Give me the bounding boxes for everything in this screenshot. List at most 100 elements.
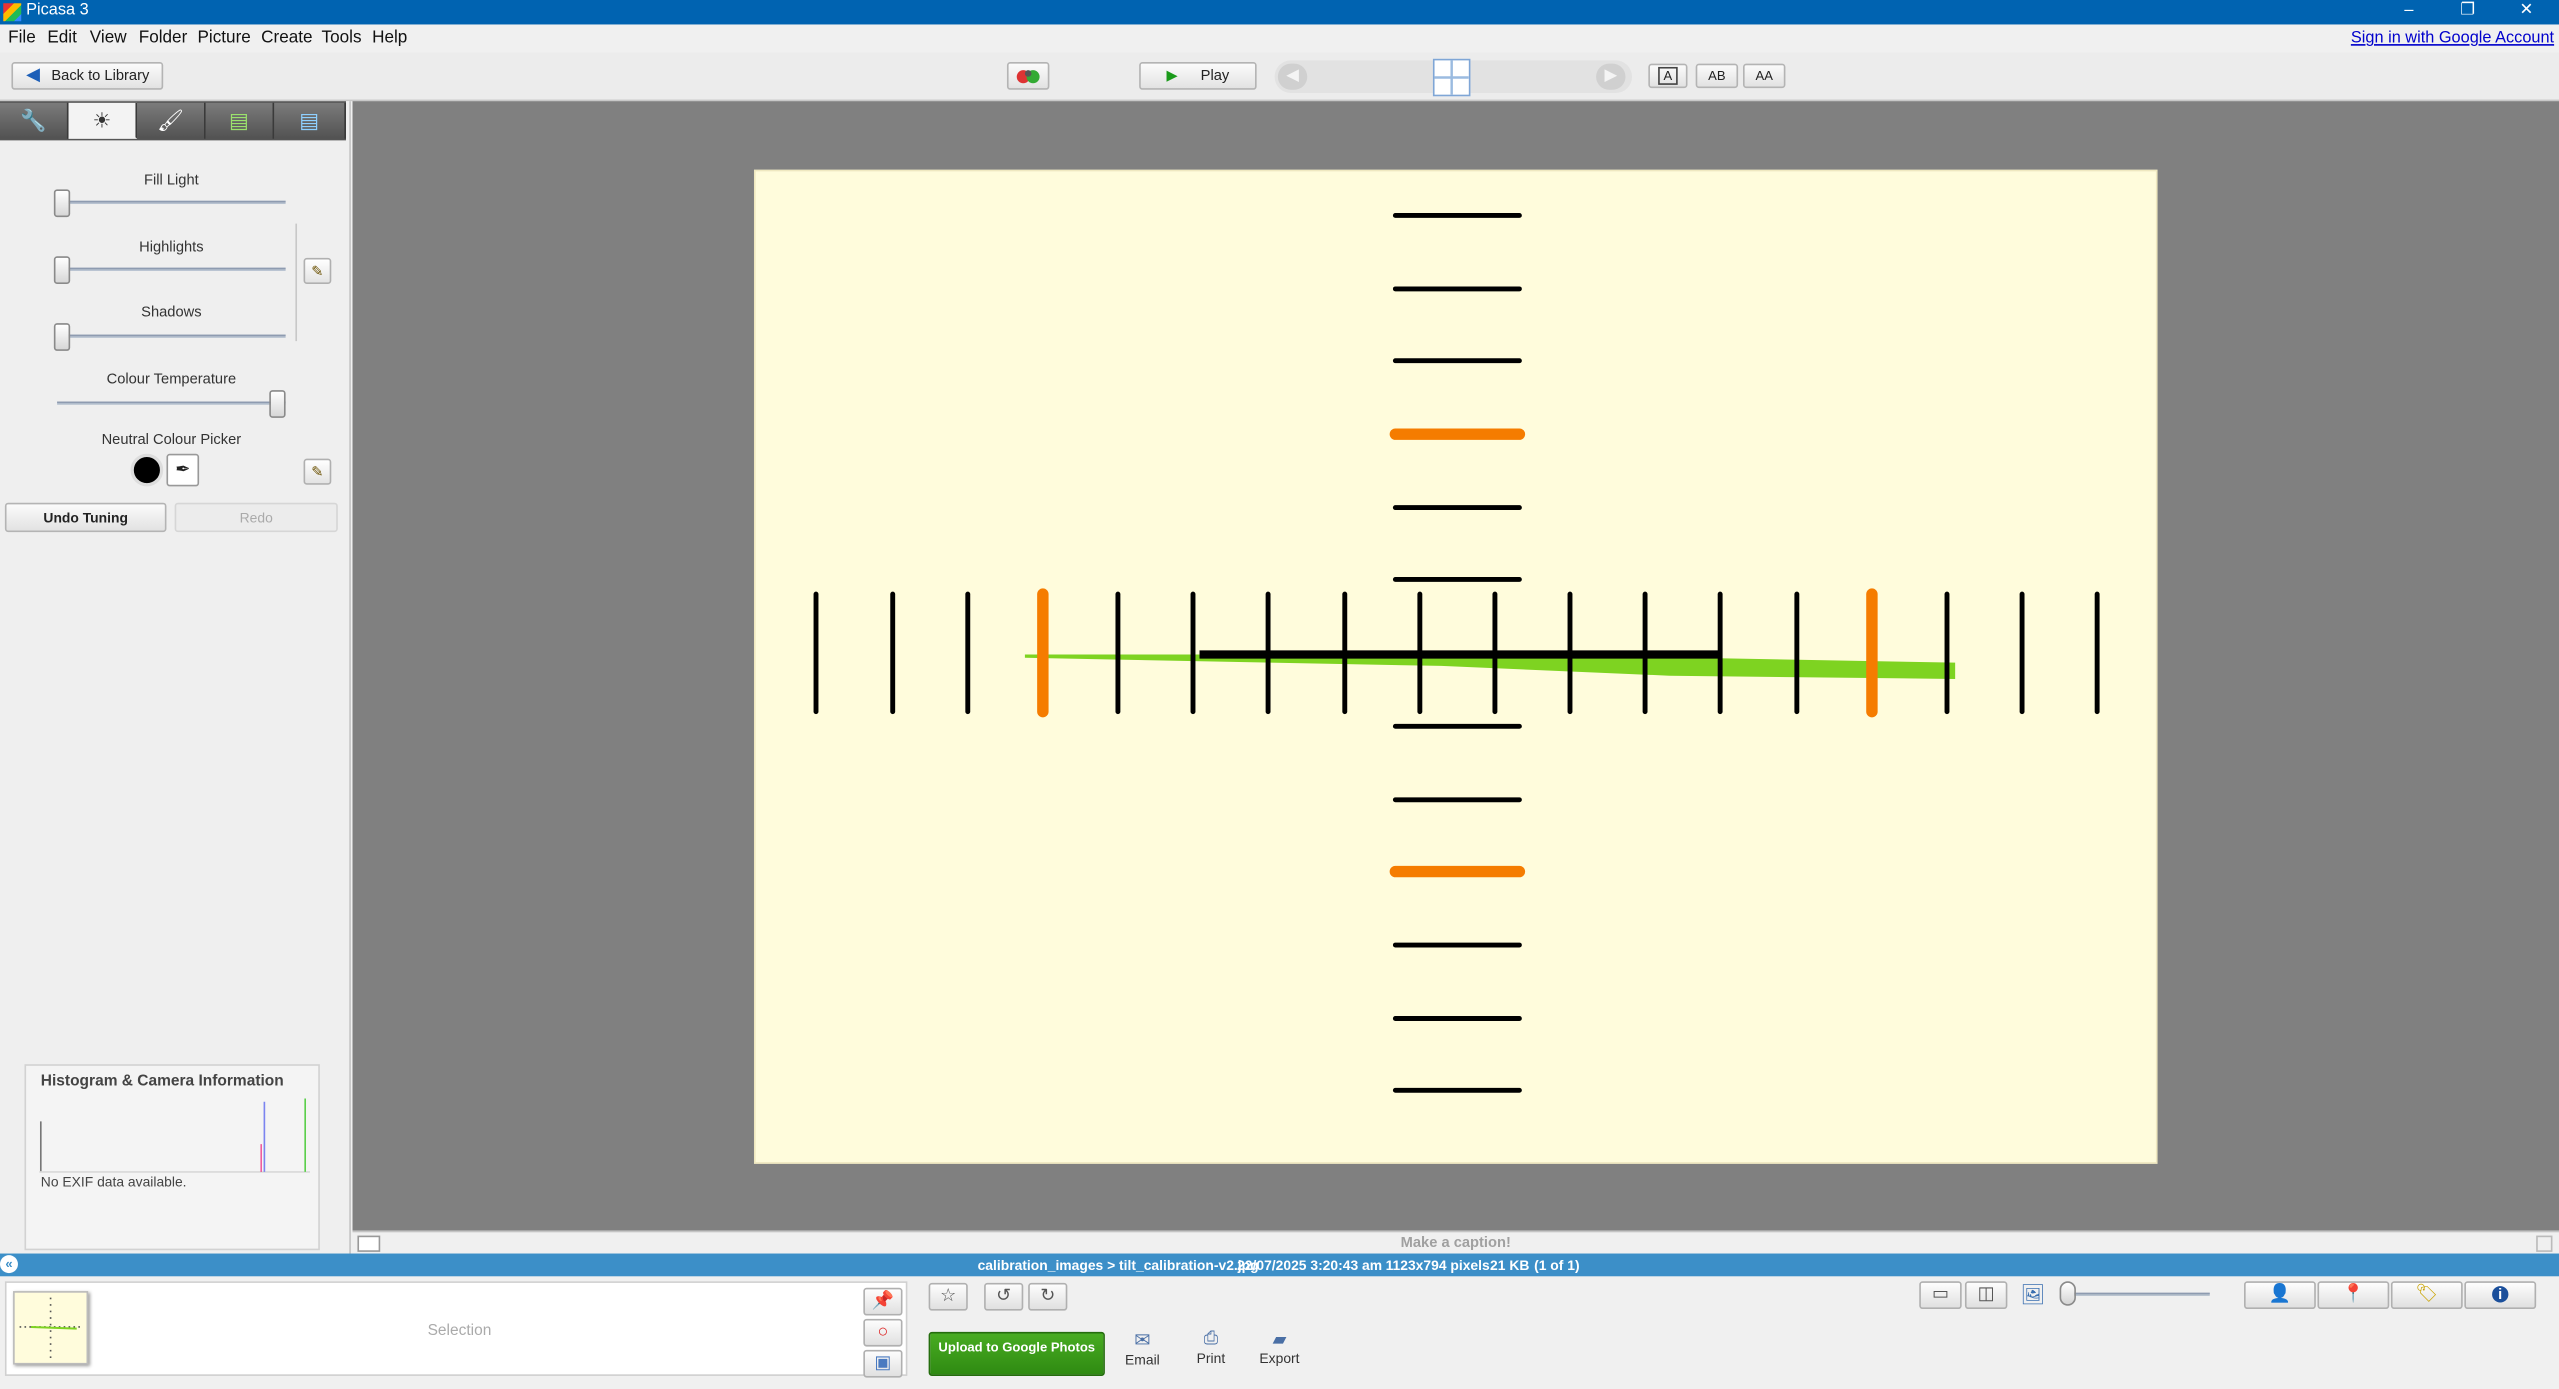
colour-temperature-label: Colour Temperature bbox=[106, 370, 237, 387]
zoom-slider-handle[interactable] bbox=[2059, 1281, 2076, 1306]
histogram-chart bbox=[39, 1098, 311, 1173]
histogram-title: Histogram & Camera Information bbox=[40, 1072, 284, 1091]
right-arrow-icon: ▶ bbox=[1604, 66, 1618, 85]
print-action[interactable]: ⎙ Print bbox=[1186, 1329, 1235, 1367]
menu-view[interactable]: View bbox=[90, 28, 127, 48]
next-photo-button[interactable]: ▶ bbox=[1596, 63, 1626, 90]
export-folder-icon: ▰ bbox=[1272, 1330, 1287, 1350]
colour-temperature-slider-handle[interactable] bbox=[269, 390, 286, 418]
tab-effects-3[interactable]: ▤ bbox=[274, 102, 346, 139]
brush-icon: 🖌 bbox=[157, 107, 185, 133]
caption-input[interactable]: Make a caption! bbox=[353, 1234, 2559, 1250]
single-view-button[interactable]: ▭ bbox=[1919, 1281, 1962, 1310]
tab-basic-fixes[interactable]: 🔧 bbox=[0, 102, 69, 139]
file-path: calibration_images > tilt_calibration-v2… bbox=[977, 1256, 1259, 1274]
histogram-panel: Histogram & Camera Information No EXIF d… bbox=[24, 1064, 320, 1251]
undo-tuning-button[interactable]: Undo Tuning bbox=[4, 502, 167, 533]
tab-effects-2[interactable]: ▤ bbox=[205, 102, 275, 139]
people-panel-button[interactable]: 👤 bbox=[2244, 1281, 2316, 1310]
tab-tuning[interactable]: ☀ bbox=[68, 102, 138, 139]
top-toolbar: ◀ Back to Library ▶ Play ◀ ▶ A AB AA bbox=[0, 52, 2559, 102]
edit-panel: 🔧 ☀ 🖌 ▤ ▤ Fill Light Highlights ✎ Shadow… bbox=[0, 101, 351, 1254]
info-bar: « calibration_images > tilt_calibration-… bbox=[0, 1253, 2559, 1277]
magic-wand-icon: ✎ bbox=[311, 262, 324, 280]
menu-bar: File Edit View Folder Picture Create Too… bbox=[0, 24, 2559, 53]
tray-thumbnail[interactable] bbox=[13, 1291, 89, 1365]
clear-button[interactable]: ○ bbox=[863, 1318, 903, 1347]
highlights-slider[interactable] bbox=[57, 267, 286, 271]
menu-folder[interactable]: Folder bbox=[139, 28, 188, 48]
sign-in-link[interactable]: Sign in with Google Account bbox=[2351, 29, 2554, 47]
slideshow-settings-button[interactable] bbox=[1006, 62, 1050, 90]
properties-panel-button[interactable]: i bbox=[2464, 1281, 2537, 1310]
export-action[interactable]: ▰ Export bbox=[1255, 1329, 1304, 1366]
photo-image[interactable] bbox=[753, 169, 2158, 1164]
menu-picture[interactable]: Picture bbox=[197, 28, 250, 48]
fill-light-label: Fill Light bbox=[143, 171, 199, 188]
play-icon: ▶ bbox=[1166, 66, 1178, 84]
window-title: Picasa 3 bbox=[26, 1, 89, 20]
file-size: 21 KB bbox=[1490, 1256, 1530, 1274]
zoom-slider[interactable] bbox=[2062, 1292, 2210, 1296]
menu-create[interactable]: Create bbox=[261, 28, 312, 48]
neutral-colour-swatch[interactable] bbox=[130, 453, 164, 487]
shadows-slider[interactable] bbox=[57, 334, 286, 338]
star-icon: ☆ bbox=[940, 1286, 957, 1306]
album-icon: ▣ bbox=[874, 1353, 892, 1373]
fill-light-slider-handle[interactable] bbox=[53, 189, 71, 218]
redo-button[interactable]: Redo bbox=[174, 502, 338, 533]
menu-edit[interactable]: Edit bbox=[47, 28, 77, 48]
brush-image-icon: ▤ bbox=[229, 107, 250, 133]
close-button[interactable]: ✕ bbox=[2507, 0, 2546, 24]
caption-mode-ab-label: AB bbox=[1708, 68, 1726, 84]
star-button[interactable]: ☆ bbox=[928, 1282, 968, 1311]
single-frame-icon: ▭ bbox=[1931, 1284, 1949, 1305]
selection-label: Selection bbox=[427, 1322, 492, 1341]
rotate-right-button[interactable]: ↻ bbox=[1028, 1282, 1068, 1311]
back-to-library-button[interactable]: ◀ Back to Library bbox=[11, 62, 164, 90]
zoom-image-icon: 🖼 bbox=[2020, 1282, 2046, 1306]
auto-contrast-button[interactable]: ✎ bbox=[303, 257, 332, 285]
eyedropper-button[interactable]: ✒ bbox=[166, 453, 200, 487]
envelope-icon: ✉ bbox=[1134, 1328, 1151, 1352]
places-panel-button[interactable]: 📍 bbox=[2317, 1281, 2390, 1310]
bracket-divider bbox=[295, 223, 298, 342]
rotate-left-button[interactable]: ↺ bbox=[984, 1282, 1024, 1311]
menu-file[interactable]: File bbox=[8, 28, 36, 48]
edit-tabs: 🔧 ☀ 🖌 ▤ ▤ bbox=[0, 101, 346, 141]
caption-mode-a-button[interactable]: A bbox=[1648, 63, 1688, 89]
upload-google-photos-button[interactable]: Upload to Google Photos bbox=[928, 1331, 1105, 1376]
tab-effects[interactable]: 🖌 bbox=[137, 102, 206, 139]
hold-button[interactable]: 📌 bbox=[863, 1287, 903, 1316]
email-label: Email bbox=[1125, 1351, 1160, 1368]
caption-mode-ab-button[interactable]: AB bbox=[1695, 63, 1739, 89]
current-photo-thumbnail[interactable] bbox=[1432, 58, 1471, 97]
play-button[interactable]: ▶ Play bbox=[1139, 62, 1257, 90]
circle-stop-icon: ○ bbox=[877, 1322, 889, 1342]
collapse-tray-icon[interactable]: « bbox=[0, 1255, 18, 1274]
colour-temperature-slider[interactable] bbox=[57, 401, 286, 405]
rotate-left-icon: ↺ bbox=[996, 1286, 1012, 1306]
restore-button[interactable]: ❐ bbox=[2448, 0, 2487, 24]
person-icon: 👤 bbox=[2268, 1284, 2292, 1305]
file-position: (1 of 1) bbox=[1534, 1256, 1580, 1274]
auto-colour-button[interactable]: ✎ bbox=[303, 458, 332, 485]
minimize-button[interactable]: – bbox=[2389, 0, 2428, 24]
wrench-icon: 🔧 bbox=[20, 107, 47, 133]
calibration-pattern bbox=[813, 213, 2100, 1093]
album-button[interactable]: ▣ bbox=[863, 1349, 903, 1378]
shadows-slider-handle[interactable] bbox=[53, 323, 71, 351]
caption-mode-aa-button[interactable]: AA bbox=[1742, 63, 1786, 89]
caption-mode-aa-label: AA bbox=[1755, 68, 1773, 84]
highlights-slider-handle[interactable] bbox=[53, 256, 71, 285]
menu-tools[interactable]: Tools bbox=[322, 28, 362, 48]
compare-view-button[interactable]: ◫ bbox=[1964, 1281, 2008, 1310]
prev-photo-button[interactable]: ◀ bbox=[1277, 63, 1308, 90]
email-action[interactable]: ✉ Email bbox=[1118, 1329, 1167, 1368]
print-label: Print bbox=[1196, 1349, 1226, 1367]
menu-help[interactable]: Help bbox=[372, 28, 407, 48]
fill-light-slider[interactable] bbox=[57, 200, 286, 205]
thumbnail-crosshair-icon bbox=[1434, 60, 1469, 95]
dual-frame-icon: ◫ bbox=[1977, 1284, 1995, 1305]
tags-panel-button[interactable]: 🏷 bbox=[2390, 1281, 2463, 1310]
